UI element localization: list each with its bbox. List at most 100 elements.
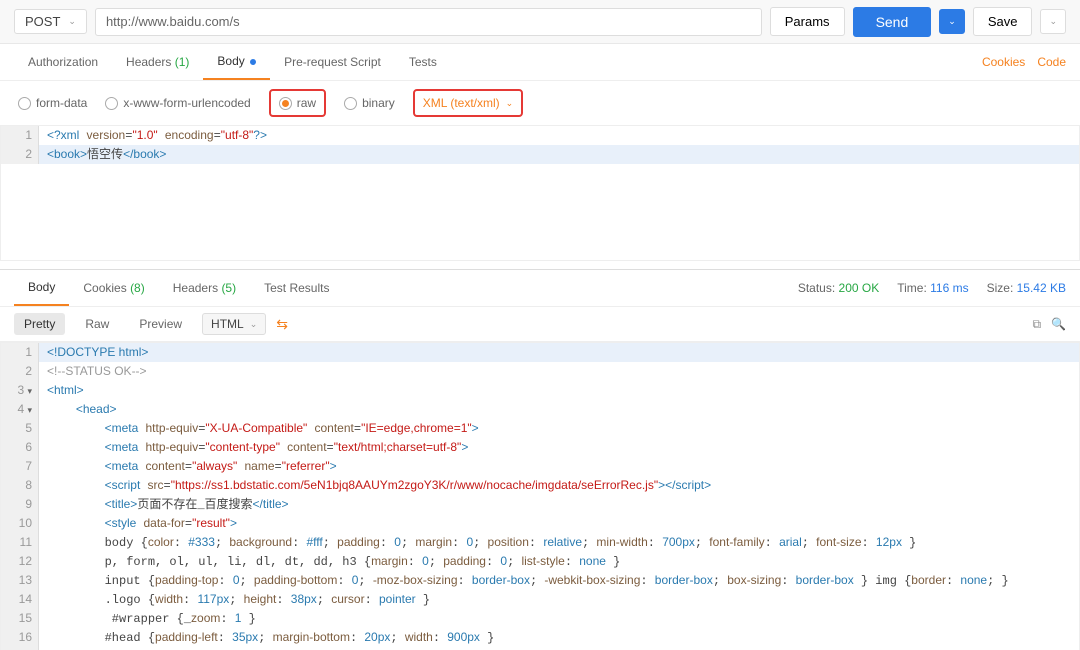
code-line[interactable]: <?xml version="1.0" encoding="utf-8"?>: [39, 126, 1079, 145]
code-line[interactable]: body {color: #333; background: #fff; pad…: [39, 533, 1079, 552]
code-line[interactable]: <title>页面不存在_百度搜索</title>: [39, 495, 1079, 514]
body-type-options: form-data x-www-form-urlencoded raw bina…: [0, 81, 1080, 125]
response-action-icons: ⧉ 🔍: [1032, 317, 1066, 332]
radio-formdata-label: form-data: [36, 96, 87, 110]
chevron-down-icon: ⌄: [1049, 16, 1057, 27]
size: Size: 15.42 KB: [987, 281, 1066, 295]
gutter: 1: [1, 343, 39, 362]
radio-icon: [18, 97, 31, 110]
resp-tab-cookies[interactable]: Cookies (8): [69, 271, 158, 305]
wrap-lines-icon[interactable]: ⇆: [276, 316, 288, 333]
code-row: 10 <style data-for="result">: [1, 514, 1079, 533]
cookies-link[interactable]: Cookies: [982, 55, 1025, 69]
tab-authorization[interactable]: Authorization: [14, 45, 112, 79]
gutter: 3 ▾: [1, 381, 39, 400]
format-label: HTML: [211, 317, 244, 331]
code-line[interactable]: <meta http-equiv="X-UA-Compatible" conte…: [39, 419, 1079, 438]
time: Time: 116 ms: [897, 281, 968, 295]
tab-tests[interactable]: Tests: [395, 45, 451, 79]
code-row: 16 #head {padding-left: 35px; margin-bot…: [1, 628, 1079, 647]
gutter: 13: [1, 571, 39, 590]
method-dropdown[interactable]: POST ⌄: [14, 9, 87, 34]
resp-tab-headers[interactable]: Headers (5): [159, 271, 250, 305]
code-line[interactable]: <script src="https://ss1.bdstatic.com/5e…: [39, 476, 1079, 495]
tab-prerequest[interactable]: Pre-request Script: [270, 45, 395, 79]
response-view-bar: Pretty Raw Preview HTML ⌄ ⇆ ⧉ 🔍: [0, 307, 1080, 342]
code-row: 15 #wrapper {_zoom: 1 }: [1, 609, 1079, 628]
code-row: 9 <title>页面不存在_百度搜索</title>: [1, 495, 1079, 514]
code-line[interactable]: .fm {clear: both; position: relative; z-…: [39, 647, 1079, 650]
response-tabs: Body Cookies (8) Headers (5) Test Result…: [0, 269, 1080, 307]
code-row: 8 <script src="https://ss1.bdstatic.com/…: [1, 476, 1079, 495]
gutter: 11: [1, 533, 39, 552]
code-row: 2<!--STATUS OK-->: [1, 362, 1079, 381]
gutter: 8: [1, 476, 39, 495]
save-dropdown[interactable]: ⌄: [1040, 9, 1066, 34]
radio-raw-label: raw: [297, 96, 316, 110]
code-line[interactable]: <html>: [39, 381, 1079, 400]
radio-binary-label: binary: [362, 96, 395, 110]
radio-icon: [279, 97, 292, 110]
format-dropdown[interactable]: HTML ⌄: [202, 313, 266, 335]
tab-body[interactable]: Body: [203, 44, 270, 80]
editor-padding: [1, 164, 1079, 260]
code-row: 11 body {color: #333; background: #fff; …: [1, 533, 1079, 552]
gutter: 7: [1, 457, 39, 476]
gutter: 5: [1, 419, 39, 438]
radio-icon: [105, 97, 118, 110]
right-links: Cookies Code: [982, 55, 1066, 69]
tab-headers-label: Headers: [126, 55, 171, 69]
code-row: 14 .logo {width: 117px; height: 38px; cu…: [1, 590, 1079, 609]
resp-tab-tests[interactable]: Test Results: [250, 271, 343, 305]
chevron-down-icon: ⌄: [68, 16, 76, 27]
view-preview[interactable]: Preview: [129, 313, 192, 335]
gutter: 4 ▾: [1, 400, 39, 419]
view-pretty[interactable]: Pretty: [14, 313, 65, 335]
code-line[interactable]: <meta content="always" name="referrer">: [39, 457, 1079, 476]
code-line[interactable]: #head {padding-left: 35px; margin-bottom…: [39, 628, 1079, 647]
response-meta: Status: 200 OK Time: 116 ms Size: 15.42 …: [798, 281, 1066, 295]
params-button[interactable]: Params: [770, 7, 845, 36]
gutter: 2: [1, 145, 39, 164]
view-raw[interactable]: Raw: [75, 313, 119, 335]
request-tabs: Authorization Headers (1) Body Pre-reque…: [0, 44, 1080, 81]
code-line[interactable]: <meta http-equiv="content-type" content=…: [39, 438, 1079, 457]
radio-raw[interactable]: raw: [279, 96, 316, 110]
copy-icon[interactable]: ⧉: [1032, 317, 1041, 332]
tab-headers-count: (1): [175, 55, 190, 69]
url-input[interactable]: [95, 8, 762, 36]
gutter: 6: [1, 438, 39, 457]
code-row: 13 input {padding-top: 0; padding-bottom…: [1, 571, 1079, 590]
content-type-dropdown[interactable]: XML (text/xml) ⌄: [423, 96, 513, 110]
code-line[interactable]: <!--STATUS OK-->: [39, 362, 1079, 381]
radio-urlencoded-label: x-www-form-urlencoded: [123, 96, 250, 110]
radio-formdata[interactable]: form-data: [18, 96, 87, 110]
radio-urlencoded[interactable]: x-www-form-urlencoded: [105, 96, 250, 110]
gutter: 17: [1, 647, 39, 650]
gutter: 2: [1, 362, 39, 381]
tab-headers[interactable]: Headers (1): [112, 45, 203, 79]
code-line[interactable]: #wrapper {_zoom: 1 }: [39, 609, 1079, 628]
gutter: 15: [1, 609, 39, 628]
save-button[interactable]: Save: [973, 7, 1033, 36]
contenttype-highlight: XML (text/xml) ⌄: [413, 89, 523, 117]
code-line[interactable]: <!DOCTYPE html>: [39, 343, 1079, 362]
code-line[interactable]: <style data-for="result">: [39, 514, 1079, 533]
resp-tab-headers-count: (5): [221, 281, 236, 295]
code-line[interactable]: .logo {width: 117px; height: 38px; curso…: [39, 590, 1079, 609]
request-body-editor[interactable]: 1 <?xml version="1.0" encoding="utf-8"?>…: [0, 125, 1080, 261]
resp-tab-body[interactable]: Body: [14, 270, 69, 306]
send-dropdown[interactable]: ⌄: [939, 9, 965, 34]
radio-binary[interactable]: binary: [344, 96, 395, 110]
response-body-editor[interactable]: 1<!DOCTYPE html>2<!--STATUS OK-->3 ▾<htm…: [0, 342, 1080, 650]
search-icon[interactable]: 🔍: [1051, 317, 1066, 332]
send-button[interactable]: Send: [853, 7, 932, 37]
gutter: 12: [1, 552, 39, 571]
code-row: 17 .fm {clear: both; position: relative;…: [1, 647, 1079, 650]
code-row: 1<!DOCTYPE html>: [1, 343, 1079, 362]
code-link[interactable]: Code: [1037, 55, 1066, 69]
code-line[interactable]: input {padding-top: 0; padding-bottom: 0…: [39, 571, 1079, 590]
code-line[interactable]: <head>: [39, 400, 1079, 419]
code-line[interactable]: <book>悟空传</book>: [39, 145, 1079, 164]
code-line[interactable]: p, form, ol, ul, li, dl, dt, dd, h3 {mar…: [39, 552, 1079, 571]
